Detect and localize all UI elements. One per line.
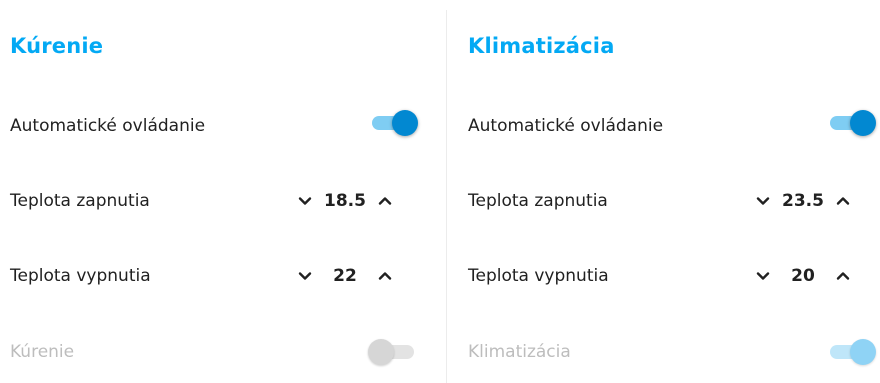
toggle-knob (368, 339, 394, 365)
heating-off-temp-decrease-button[interactable] (294, 265, 316, 287)
cooling-panel: Klimatizácia Automatické ovládanie Teplo… (468, 0, 880, 383)
chevron-down-icon (298, 197, 312, 205)
cooling-on-temp-label: Teplota zapnutia (468, 191, 608, 211)
panel-divider (446, 10, 447, 383)
chevron-up-icon (378, 197, 392, 205)
chevron-up-icon (378, 272, 392, 280)
toggle-knob (850, 110, 876, 136)
toggle-knob (850, 339, 876, 365)
cooling-off-temp-increase-button[interactable] (832, 265, 854, 287)
cooling-auto-toggle[interactable] (828, 108, 876, 138)
cooling-off-temp-stepper: 20 (752, 261, 854, 291)
chevron-down-icon (756, 272, 770, 280)
cooling-off-temp-decrease-button[interactable] (752, 265, 774, 287)
cooling-off-temp-label: Teplota vypnutia (468, 266, 609, 286)
heating-panel: Kúrenie Automatické ovládanie Teplota za… (10, 0, 420, 383)
heating-status-label: Kúrenie (10, 342, 75, 362)
cooling-on-temp-increase-button[interactable] (832, 190, 854, 212)
cooling-on-temp-value: 23.5 (782, 191, 824, 211)
heating-off-temp-label: Teplota vypnutia (10, 266, 151, 286)
cooling-off-temp-value: 20 (791, 266, 815, 286)
thermostat-settings: Kúrenie Automatické ovládanie Teplota za… (0, 0, 880, 383)
heating-status-toggle (368, 337, 418, 367)
cooling-auto-label: Automatické ovládanie (468, 116, 664, 136)
chevron-up-icon (836, 197, 850, 205)
heating-on-temp-decrease-button[interactable] (294, 190, 316, 212)
heating-on-temp-stepper: 18.5 (294, 186, 396, 216)
cooling-status-label: Klimatizácia (468, 342, 571, 362)
cooling-on-temp-decrease-button[interactable] (752, 190, 774, 212)
toggle-knob (392, 110, 418, 136)
heating-off-temp-increase-button[interactable] (374, 265, 396, 287)
heating-auto-toggle[interactable] (370, 108, 418, 138)
chevron-down-icon (756, 197, 770, 205)
heating-off-temp-stepper: 22 (294, 261, 396, 291)
heating-title: Kúrenie (10, 34, 104, 58)
cooling-on-temp-stepper: 23.5 (752, 186, 854, 216)
heating-on-temp-increase-button[interactable] (374, 190, 396, 212)
heating-off-temp-value: 22 (333, 266, 357, 286)
chevron-down-icon (298, 272, 312, 280)
cooling-status-toggle (828, 337, 876, 367)
cooling-title: Klimatizácia (468, 34, 615, 58)
heating-auto-label: Automatické ovládanie (10, 116, 206, 136)
heating-on-temp-label: Teplota zapnutia (10, 191, 150, 211)
chevron-up-icon (836, 272, 850, 280)
heating-on-temp-value: 18.5 (324, 191, 366, 211)
